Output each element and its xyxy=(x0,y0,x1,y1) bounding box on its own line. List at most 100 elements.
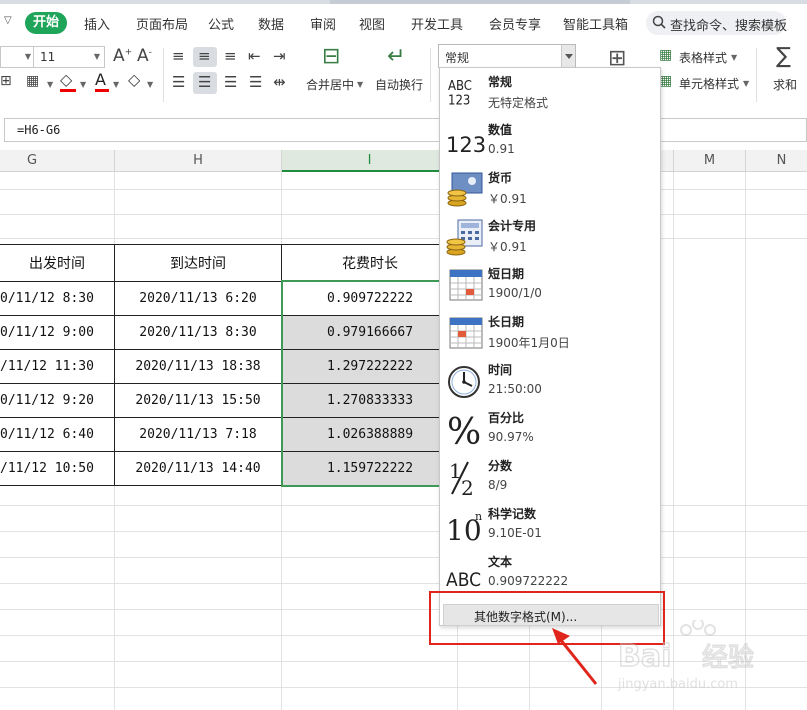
svg-text:123: 123 xyxy=(446,133,486,157)
menu-item-start[interactable]: 开始 xyxy=(25,12,67,34)
align-middle-button[interactable]: ≡ xyxy=(193,47,217,67)
menu-item-member[interactable]: 会员专享 xyxy=(489,14,541,33)
fill-color-icon[interactable]: ◇ xyxy=(60,72,72,88)
font-name-select[interactable]: ▼ xyxy=(0,46,34,68)
format-option-accounting[interactable]: 会计专用 ￥0.91 xyxy=(440,212,660,260)
currency-icon xyxy=(447,172,483,207)
justify-button[interactable]: ☰ xyxy=(245,72,267,94)
format-option-scientific[interactable]: 10 n 科学记数 9.10E-01 xyxy=(440,500,660,548)
selection-border xyxy=(281,280,443,487)
column-header-h[interactable]: H xyxy=(115,150,282,172)
cell-departure[interactable]: /11/12 11:30 xyxy=(0,350,114,384)
increase-font-icon[interactable]: A+ xyxy=(113,48,132,65)
format-option-fraction[interactable]: 1 2 分数 8/9 xyxy=(440,452,660,500)
align-left-button[interactable]: ☰ xyxy=(168,72,190,94)
cell-style-label[interactable]: 单元格样式 xyxy=(679,75,739,92)
formula-input[interactable]: =H6-G6 xyxy=(4,118,807,142)
cell-departure[interactable]: 0/11/12 9:00 xyxy=(0,316,114,350)
align-right-button[interactable]: ☰ xyxy=(220,72,242,94)
column-header-m[interactable]: M xyxy=(674,150,746,172)
menu-item-formula[interactable]: 公式 xyxy=(208,14,234,33)
menu-item-view[interactable]: 视图 xyxy=(359,14,385,33)
cell-arrival[interactable]: 2020/11/13 15:50 xyxy=(115,384,281,418)
svg-text:n: n xyxy=(475,510,482,523)
menu-item-page-layout[interactable]: 页面布局 xyxy=(136,14,188,33)
format-option-percent[interactable]: % 百分比 90.97% xyxy=(440,404,660,452)
format-option-short-date[interactable]: 短日期 1900/1/0 xyxy=(440,260,660,308)
cell-arrival[interactable]: 2020/11/13 6:20 xyxy=(115,282,281,316)
window-tab-active[interactable] xyxy=(330,0,630,4)
table-style-icon[interactable]: ▦ xyxy=(659,48,672,62)
cell-departure[interactable]: 0/11/12 6:40 xyxy=(0,418,114,452)
formula-text: =H6-G6 xyxy=(17,123,61,137)
cell-arrival[interactable]: 2020/11/13 14:40 xyxy=(115,452,281,486)
header-departure[interactable]: 出发时间 xyxy=(0,246,114,280)
cell-arrival[interactable]: 2020/11/13 7:18 xyxy=(115,418,281,452)
font-size-select[interactable]: 11 ▼ xyxy=(33,46,105,68)
increase-indent-button[interactable]: ⇥ xyxy=(270,47,292,67)
menu-item-developer[interactable]: 开发工具 xyxy=(411,14,463,33)
format-example: 21:50:00 xyxy=(488,382,542,396)
align-bottom-button[interactable]: ≡ xyxy=(220,47,242,67)
format-option-long-date[interactable]: 长日期 1900年1月0日 xyxy=(440,308,660,356)
number-format-select[interactable]: 常规 xyxy=(438,44,576,68)
search-icon xyxy=(652,15,666,29)
cell-border-icon[interactable]: ▦ xyxy=(26,74,39,88)
cell-arrival[interactable]: 2020/11/13 18:38 xyxy=(115,350,281,384)
format-name: 百分比 xyxy=(488,411,525,425)
align-top-button[interactable]: ≡ xyxy=(168,47,190,67)
auto-wrap-icon[interactable]: ↵ xyxy=(387,46,405,68)
sum-label[interactable]: 求和 xyxy=(773,76,797,93)
font-size-value: 11 xyxy=(40,50,56,64)
font-color-icon[interactable]: A xyxy=(95,72,106,88)
format-option-general[interactable]: ABC 123 常规 无特定格式 xyxy=(440,68,660,116)
svg-text:2: 2 xyxy=(461,476,474,496)
distributed-align-button[interactable]: ⇹ xyxy=(270,72,292,94)
column-header-i[interactable]: I xyxy=(282,150,458,172)
format-name: 数值 xyxy=(488,123,513,137)
menu-item-smart-toolbox[interactable]: 智能工具箱 xyxy=(563,14,628,33)
header-arrival[interactable]: 到达时间 xyxy=(115,246,281,280)
cell-departure[interactable]: /11/12 10:50 xyxy=(0,452,114,486)
clear-format-icon[interactable]: ◇ xyxy=(128,72,140,88)
font-color-bar xyxy=(95,89,109,92)
svg-text:jingyan.baidu.com: jingyan.baidu.com xyxy=(617,677,738,692)
auto-wrap-label[interactable]: 自动换行 xyxy=(375,76,423,93)
column-header-n[interactable]: N xyxy=(746,150,807,172)
column-header-row: G H I J K L M N xyxy=(0,150,807,172)
border-icon[interactable]: ⊞ xyxy=(0,74,12,88)
decrease-font-icon[interactable]: A- xyxy=(137,48,152,65)
format-example: ￥0.91 xyxy=(488,240,527,254)
column-header-g[interactable]: G xyxy=(0,150,115,172)
header-duration[interactable]: 花费时长 xyxy=(282,246,458,280)
sum-icon[interactable]: ∑ xyxy=(776,46,791,68)
spreadsheet-app: ▽ 开始 插入 页面布局 公式 数据 审阅 视图 开发工具 会员专享 智能工具箱… xyxy=(0,0,807,710)
format-option-time[interactable]: 时间 21:50:00 xyxy=(440,356,660,404)
command-search-box[interactable]: 查找命令、搜索模板 xyxy=(646,11,787,35)
menu-item-data[interactable]: 数据 xyxy=(258,14,284,33)
align-center-button[interactable]: ☰ xyxy=(193,72,217,94)
format-name: 分数 xyxy=(488,459,513,473)
format-option-number[interactable]: 123 数值 0.91 xyxy=(440,116,660,164)
format-example: 0.91 xyxy=(488,142,515,156)
fraction-icon: 1 2 xyxy=(449,459,474,496)
cell-arrival[interactable]: 2020/11/13 8:30 xyxy=(115,316,281,350)
number-format-dropdown-button[interactable] xyxy=(561,45,575,67)
cell-departure[interactable]: 0/11/12 8:30 xyxy=(0,282,114,316)
menu-item-insert[interactable]: 插入 xyxy=(84,14,110,33)
decrease-indent-button[interactable]: ⇤ xyxy=(245,47,267,67)
format-example: 90.97% xyxy=(488,430,534,444)
merge-center-label[interactable]: 合并居中 xyxy=(306,76,354,93)
clock-icon xyxy=(448,366,480,398)
merge-center-icon[interactable]: ⊟ xyxy=(322,46,340,68)
menu-item-review[interactable]: 审阅 xyxy=(310,14,336,33)
format-option-currency[interactable]: 货币 ￥0.91 xyxy=(440,164,660,212)
format-example: ￥0.91 xyxy=(488,192,527,206)
cell-departure[interactable]: 0/11/12 9:20 xyxy=(0,384,114,418)
baidu-jingyan-watermark-icon: Bai 经验 jingyan.baidu.com xyxy=(617,620,755,692)
format-name: 常规 xyxy=(488,75,513,89)
format-name: 会计专用 xyxy=(488,219,537,233)
menu-collapse-caret-icon[interactable]: ▽ xyxy=(4,15,12,26)
table-style-label[interactable]: 表格样式 xyxy=(679,49,727,66)
format-option-text[interactable]: ABC 文本 0.909722222 xyxy=(440,548,660,596)
